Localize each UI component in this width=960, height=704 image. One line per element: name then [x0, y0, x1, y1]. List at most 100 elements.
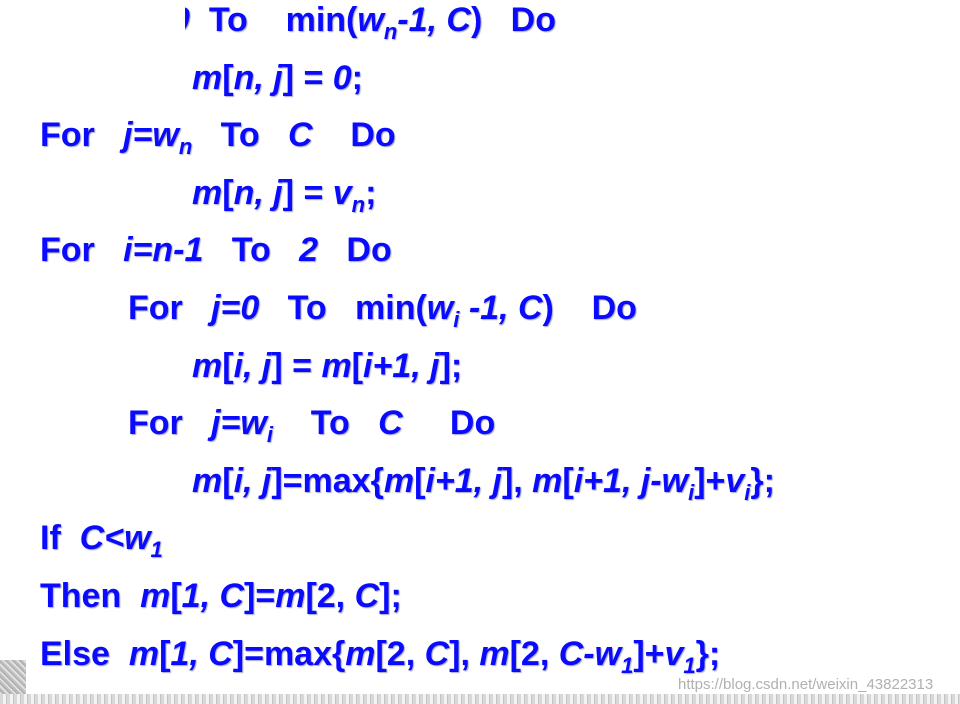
code-token: ];: [379, 577, 402, 615]
code-token: };: [696, 635, 721, 673]
code-token: ]+: [633, 635, 664, 673]
token-text: i, j: [233, 461, 272, 500]
code-token: To: [192, 116, 288, 154]
token-text: [2,: [509, 634, 559, 673]
token-text: If: [40, 519, 80, 558]
code-token: ) Do: [543, 289, 637, 327]
token-text: i+1, j: [363, 346, 440, 385]
code-token: [: [414, 462, 425, 500]
token-text: C: [378, 404, 403, 443]
code-line: m[n, j] = vn;: [192, 173, 377, 216]
token-text: ]=: [244, 577, 276, 615]
code-line: For j=0 To min(wi -1, C) Do: [128, 288, 637, 331]
subscript: 1: [150, 537, 163, 563]
token-text: ] =: [271, 346, 322, 385]
subscript: n: [351, 191, 366, 217]
token-text: ;: [365, 173, 377, 212]
code-token: ] =: [271, 347, 321, 385]
token-text: j=0: [211, 289, 260, 327]
code-token: wn: [357, 1, 397, 43]
code-token: ]=max{: [271, 462, 383, 500]
code-line: Then m[1, C]=m[2, C];: [40, 576, 402, 616]
token-text: i+1, j: [425, 461, 502, 500]
code-token: 2: [299, 231, 318, 269]
token-text: -1, C: [459, 289, 543, 327]
code-token: m: [140, 577, 170, 615]
code-token: i, j: [234, 347, 272, 385]
code-token: m: [321, 347, 351, 385]
token-text: ) Do: [470, 1, 556, 39]
code-token: i, j: [234, 462, 272, 500]
code-token: ],: [449, 635, 479, 673]
code-token: [: [222, 462, 233, 500]
token-text: [: [222, 173, 234, 212]
token-text: [2,: [305, 577, 355, 615]
code-token: If: [40, 519, 80, 557]
subscript: 1: [621, 652, 634, 678]
code-line: Else m[1, C]=max{m[2, C], m[2, C-w1]+v1}…: [40, 634, 721, 677]
token-text: 2: [299, 231, 319, 270]
code-token: m: [192, 347, 222, 385]
code-token: C: [355, 577, 380, 615]
code-token: Do: [403, 404, 495, 442]
code-token: j=wi: [211, 404, 273, 446]
token-text: m: [192, 461, 223, 500]
code-token: For: [128, 404, 211, 442]
token-text: w: [426, 289, 454, 327]
code-token: ]+: [694, 462, 725, 500]
token-text: ]=max{: [232, 634, 346, 673]
token-text: C-w: [558, 634, 622, 673]
token-text: For: [128, 289, 212, 327]
code-line: m[n, j] = 0;: [192, 58, 363, 98]
token-text: ] =: [282, 58, 333, 97]
code-token: Else: [40, 635, 129, 673]
code-token: m: [129, 635, 159, 673]
code-token: vi: [725, 462, 750, 504]
code-token: To min(: [259, 289, 427, 327]
token-text: m: [275, 577, 306, 615]
watermark: https://blog.csdn.net/weixin_43822313: [678, 676, 934, 693]
token-text: [2,: [375, 634, 425, 673]
token-text: To min(: [189, 1, 358, 39]
token-text: ],: [501, 461, 533, 500]
token-text: m: [192, 346, 223, 385]
token-text: C<w: [79, 519, 151, 558]
code-token: [2,: [305, 577, 354, 615]
code-token: ]=: [244, 577, 275, 615]
token-text: ]+: [633, 634, 665, 673]
clipped-line: 0 To min(wn-1, C) Do: [185, 0, 960, 44]
code-token: m: [532, 462, 562, 500]
token-text: ];: [379, 577, 402, 615]
code-token: -1, C: [397, 1, 471, 39]
code-token: m: [384, 462, 414, 500]
code-line: If C<w1: [40, 518, 163, 561]
token-text: 0: [332, 58, 352, 97]
token-text: m: [479, 634, 510, 673]
code-token: m: [345, 635, 375, 673]
code-token: ) Do: [471, 1, 556, 39]
code-token: j=0: [211, 289, 259, 327]
background-strip: [0, 694, 960, 704]
code-token: vn: [332, 173, 365, 216]
code-token: 0: [333, 59, 352, 97]
code-token: j=wn: [123, 116, 192, 158]
token-text: n, j: [233, 173, 283, 212]
token-text: Do: [318, 231, 392, 270]
code-token: ],: [502, 462, 532, 500]
code-token: ]=max{: [233, 635, 345, 673]
token-text: ];: [439, 346, 463, 385]
code-token: m: [192, 59, 222, 97]
token-text: [: [222, 461, 234, 500]
token-text: v: [332, 173, 352, 212]
token-text: 1, C: [170, 634, 233, 673]
token-text: 1, C: [181, 577, 245, 615]
code-line: For i=n-1 To 2 Do: [40, 230, 392, 270]
code-token: For: [40, 231, 123, 269]
token-text: j=w: [123, 116, 179, 155]
code-token: [: [562, 462, 573, 500]
token-text: ;: [351, 58, 363, 97]
code-token: C-w1: [558, 634, 634, 677]
token-text: i, j: [233, 346, 272, 385]
token-text: m: [192, 173, 223, 212]
subscript: n: [178, 134, 193, 160]
